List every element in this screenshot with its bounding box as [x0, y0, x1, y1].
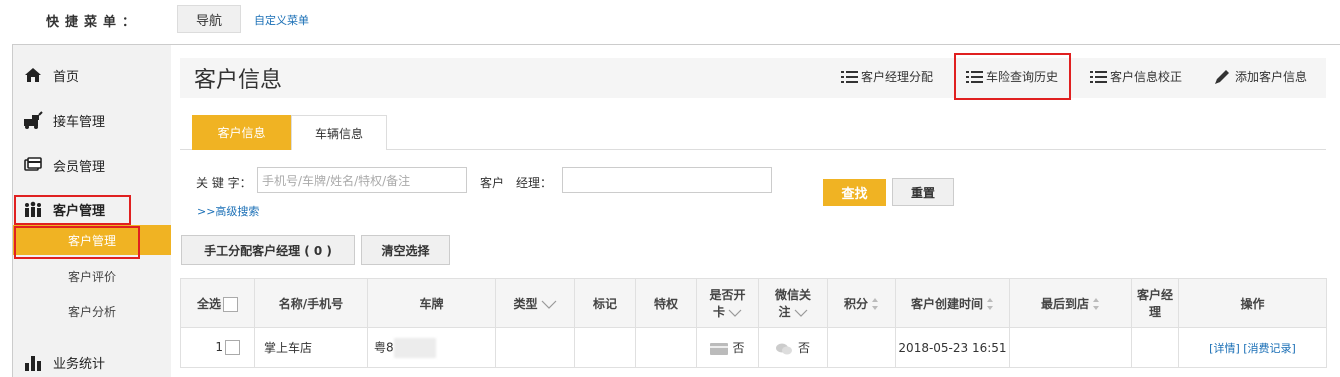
- sort-icon: [872, 298, 878, 310]
- nav-button[interactable]: 导航: [177, 5, 241, 33]
- detail-link[interactable]: [详情]: [1209, 342, 1240, 355]
- col-select-all[interactable]: 全选: [180, 278, 255, 328]
- wechat-icon: [775, 343, 792, 354]
- keyword-input[interactable]: 手机号/车牌/姓名/特权/备注: [257, 167, 467, 193]
- row-select-cell[interactable]: 1: [180, 327, 255, 368]
- member-card-icon: [23, 156, 43, 174]
- add-customer-button[interactable]: 添加客户信息: [1214, 68, 1307, 85]
- cell-privilege: [635, 327, 697, 368]
- advanced-search-link[interactable]: >>高级搜索: [197, 203, 259, 219]
- sidebar-sub-customer-reviews[interactable]: 客户评价: [13, 261, 171, 291]
- sidebar-item-label: 接车管理: [53, 114, 106, 130]
- cell-mark: [574, 327, 636, 368]
- col-plate: 车牌: [367, 278, 496, 328]
- cell-type: [495, 327, 575, 368]
- table-header-row: 全选 名称/手机号 车牌 类型 标记 特权 是否开卡 微信关注 积分 客户创建时…: [180, 278, 1327, 328]
- plate-redacted: [393, 337, 436, 358]
- manual-assign-button[interactable]: 手工分配客户经理 ( 0 ): [181, 235, 355, 265]
- col-type[interactable]: 类型: [495, 278, 575, 328]
- highlight-box-customer-management: [14, 226, 140, 259]
- clear-selection-button[interactable]: 清空选择: [361, 235, 450, 265]
- sidebar-sub-customer-analysis[interactable]: 客户分析: [13, 296, 171, 326]
- col-ops: 操作: [1178, 278, 1327, 328]
- cell-last-visit: [1009, 327, 1132, 368]
- customer-table: 全选 名称/手机号 车牌 类型 标记 特权 是否开卡 微信关注 积分 客户创建时…: [180, 278, 1327, 368]
- col-points[interactable]: 积分: [827, 278, 896, 328]
- sidebar-item-label: 业务统计: [53, 356, 106, 372]
- assign-manager-label: 客户经理分配: [861, 70, 934, 84]
- sidebar-item-label: 会员管理: [53, 159, 106, 175]
- wechat-label-1: 微信关: [774, 288, 811, 302]
- last-visit-label: 最后到店: [1040, 296, 1089, 311]
- chevron-down-icon: [541, 300, 556, 309]
- wechat-label-2: 注: [778, 305, 791, 319]
- col-mark: 标记: [574, 278, 636, 328]
- manager-label: 客户 经理：: [480, 176, 553, 190]
- info-correct-label: 客户信息校正: [1110, 70, 1183, 84]
- car-icon: [23, 111, 43, 129]
- cell-manager: [1131, 327, 1179, 368]
- sidebar-item-home[interactable]: 首页: [13, 57, 171, 93]
- quick-menu-bar: 快捷菜单： 导航 自定义菜单: [0, 0, 1340, 38]
- col-privilege: 特权: [635, 278, 697, 328]
- custom-menu-link[interactable]: 自定义菜单: [254, 12, 309, 28]
- row-checkbox[interactable]: [225, 340, 240, 355]
- home-icon: [23, 66, 43, 84]
- table-row: 1 掌上车店 粤8 否 否 2018-05-23 16:51 [详情] [消费记…: [180, 327, 1327, 368]
- sidebar-item-reception[interactable]: 接车管理: [13, 102, 171, 138]
- col-name: 名称/手机号: [254, 278, 368, 328]
- pencil-icon: [1215, 69, 1229, 84]
- quick-menu-label: 快捷菜单：: [46, 15, 142, 30]
- manager-label-2: 理: [1148, 305, 1161, 319]
- cell-points: [827, 327, 896, 368]
- card-label-1: 是否开: [709, 288, 746, 302]
- card-icon: [710, 342, 729, 355]
- row-index: 1: [215, 340, 223, 354]
- wechat-status: 否: [797, 341, 810, 355]
- cell-card: 否: [696, 327, 759, 368]
- reset-button[interactable]: 重置: [892, 178, 954, 206]
- plate-text: 粤8: [374, 340, 394, 354]
- points-label: 积分: [843, 296, 868, 311]
- sidebar-item-statistics[interactable]: 业务统计: [13, 344, 171, 377]
- sort-icon: [1093, 298, 1099, 310]
- col-card[interactable]: 是否开卡: [696, 278, 759, 328]
- chevron-down-icon: [728, 309, 742, 317]
- assign-manager-button[interactable]: 客户经理分配: [841, 68, 933, 85]
- sidebar-item-members[interactable]: 会员管理: [13, 147, 171, 183]
- col-created[interactable]: 客户创建时间: [895, 278, 1010, 328]
- col-manager: 客户经理: [1131, 278, 1179, 328]
- page-title: 客户信息: [194, 68, 283, 93]
- type-label: 类型: [513, 296, 538, 311]
- list-icon: [1090, 70, 1107, 83]
- keyword-label: 关 键 字：: [196, 176, 252, 190]
- bar-chart-icon: [23, 353, 43, 371]
- sort-icon: [987, 298, 993, 310]
- highlight-box-customers: [14, 195, 131, 225]
- tab-customer-info[interactable]: 客户信息: [192, 115, 291, 150]
- info-correct-button[interactable]: 客户信息校正: [1090, 68, 1182, 85]
- col-wechat[interactable]: 微信关注: [758, 278, 828, 328]
- card-status: 否: [732, 341, 745, 355]
- cell-wechat: 否: [758, 327, 828, 368]
- cell-plate: 粤8: [367, 327, 496, 368]
- manager-input[interactable]: [562, 167, 772, 193]
- add-customer-label: 添加客户信息: [1235, 70, 1308, 84]
- card-label-2: 卡: [712, 305, 725, 319]
- highlight-box-insurance-history: [954, 53, 1071, 100]
- select-all-checkbox[interactable]: [223, 296, 238, 312]
- cell-ops: [详情] [消费记录]: [1178, 327, 1327, 368]
- list-icon: [841, 70, 858, 83]
- select-all-label: 全选: [196, 296, 221, 311]
- cell-name: 掌上车店: [254, 327, 368, 368]
- tab-vehicle-info[interactable]: 车辆信息: [291, 115, 387, 150]
- col-last-visit[interactable]: 最后到店: [1009, 278, 1132, 328]
- consume-record-link[interactable]: [消费记录]: [1243, 342, 1296, 355]
- search-button[interactable]: 查找: [823, 179, 886, 206]
- chevron-down-icon: [794, 309, 807, 317]
- created-label: 客户创建时间: [910, 296, 983, 311]
- manager-label-1: 客户经: [1136, 288, 1173, 302]
- sidebar-item-label: 首页: [53, 69, 80, 85]
- cell-created: 2018-05-23 16:51: [895, 327, 1010, 368]
